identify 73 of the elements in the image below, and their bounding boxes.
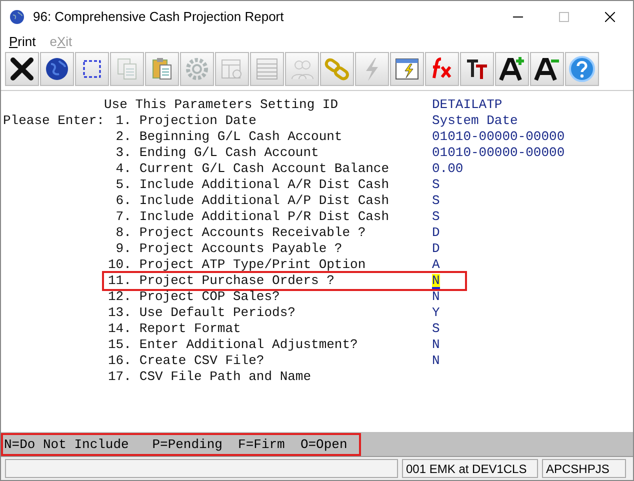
parameter-label: Include Additional P/R Dist Cash <box>139 209 390 225</box>
toolbar-button[interactable] <box>390 52 424 86</box>
field-value[interactable]: S <box>432 321 440 337</box>
parameter-label: Report Format <box>139 321 241 337</box>
close-icon <box>8 55 36 83</box>
toolbar-button[interactable] <box>460 52 494 86</box>
item-number: 3. <box>114 145 132 161</box>
globe-icon <box>9 8 25 24</box>
item-number: 10. <box>108 257 132 273</box>
parameter-label: Include Additional A/R Dist Cash <box>139 177 390 193</box>
field-value[interactable]: Y <box>432 305 440 321</box>
parameter-label: Project Purchase Orders ? <box>139 273 334 289</box>
parameter-label: Enter Additional Adjustment? <box>139 337 358 353</box>
parameter-label: Project COP Sales? <box>139 289 280 305</box>
item-number: 17. <box>108 369 132 385</box>
item-number: 6. <box>114 193 132 209</box>
item-number: 7. <box>114 209 132 225</box>
field-value[interactable]: D <box>432 241 440 257</box>
item-number: 15. <box>108 337 132 353</box>
item-number: 1. <box>114 113 132 129</box>
field-value[interactable]: S <box>432 209 440 225</box>
parameter-label: Use This Parameters Setting ID <box>104 97 338 113</box>
item-number: 16. <box>108 353 132 369</box>
toolbar-button[interactable] <box>5 52 39 86</box>
font-shrink-icon <box>533 55 561 83</box>
parameter-label: Projection Date <box>139 113 256 129</box>
toolbar-button[interactable] <box>75 52 109 86</box>
parameter-label: Project ATP Type/Print Option <box>139 257 366 273</box>
item-number: 4. <box>114 161 132 177</box>
item-number: 12. <box>108 289 132 305</box>
field-value[interactable]: N <box>432 289 440 305</box>
field-value[interactable]: 01010-00000-00000 <box>432 145 565 160</box>
gear-icon <box>183 55 211 83</box>
parameter-label: CSV File Path and Name <box>139 369 312 385</box>
globe-icon <box>43 55 71 83</box>
parameter-label: Current G/L Cash Account Balance <box>139 161 390 177</box>
parameter-label: Beginning G/L Cash Account <box>139 129 342 145</box>
hint-text: N=Do Not Include P=Pending F=Firm O=Open <box>1 432 362 456</box>
field-value[interactable]: 01010-00000-00000 <box>432 129 565 144</box>
item-number: 14. <box>108 321 132 337</box>
toolbar-button[interactable] <box>40 52 74 86</box>
field-value[interactable]: A <box>432 257 440 273</box>
user-status: 001 EMK at DEV1CLS <box>402 459 538 478</box>
prompt-label: Please Enter: <box>2 113 102 129</box>
parameter-label: Create CSV File? <box>139 353 264 369</box>
parameter-label: Include Additional A/P Dist Cash <box>139 193 390 209</box>
item-number: 2. <box>114 129 132 145</box>
field-value[interactable]: N <box>432 353 440 369</box>
parameter-label: Use Default Periods? <box>139 305 296 321</box>
field-value[interactable]: N <box>432 274 440 288</box>
item-number: 13. <box>108 305 132 321</box>
font-grow-icon <box>498 55 526 83</box>
close-icon[interactable] <box>605 12 615 22</box>
item-number: 5. <box>114 177 132 193</box>
field-value[interactable]: 0.00 <box>432 161 464 176</box>
parameter-label: Project Accounts Receivable ? <box>139 225 366 241</box>
field-value[interactable]: N <box>432 337 440 353</box>
toolbar-button[interactable] <box>530 52 564 86</box>
field-value[interactable]: S <box>432 177 440 193</box>
help-icon <box>568 55 596 83</box>
item-number: 9. <box>114 241 132 257</box>
field-value[interactable]: D <box>432 225 440 241</box>
field-value: DETAILATP <box>432 97 502 112</box>
field-value[interactable]: System Date <box>432 113 518 128</box>
item-number: 8. <box>114 225 132 241</box>
field-value[interactable]: S <box>432 193 440 209</box>
parameter-label: Project Accounts Payable ? <box>139 241 342 257</box>
window-title: 96: Comprehensive Cash Projection Report <box>33 9 285 24</box>
parameter-label: Ending G/L Cash Account <box>139 145 319 161</box>
item-number: 11. <box>108 273 132 289</box>
menu-item[interactable]: Print <box>9 34 36 48</box>
program-status: APCSHPJS <box>542 459 626 478</box>
toolbar-button[interactable] <box>495 52 529 86</box>
